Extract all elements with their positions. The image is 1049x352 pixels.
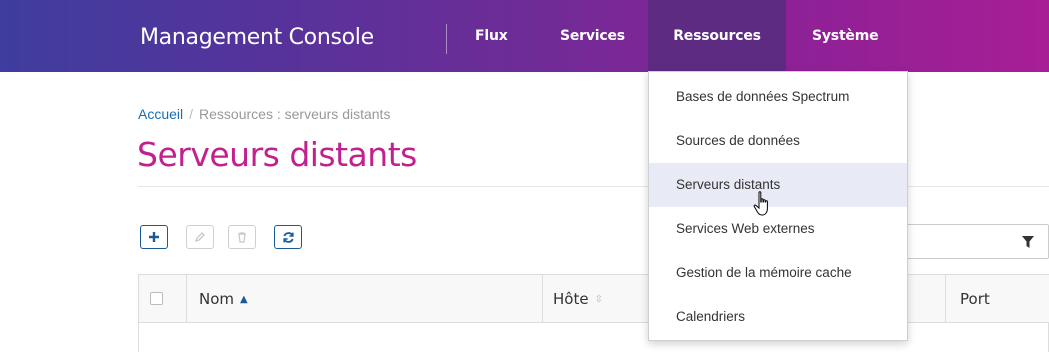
app-title: Management Console <box>140 25 374 50</box>
refresh-button[interactable] <box>274 225 302 249</box>
menu-item-cache-management[interactable]: Gestion de la mémoire cache <box>649 251 907 295</box>
pencil-icon <box>194 232 205 243</box>
menu-item-spectrum-databases[interactable]: Bases de données Spectrum <box>649 75 907 119</box>
column-header-nom[interactable]: Nom ▲ <box>188 275 543 323</box>
top-navigation-bar: Management Console Flux Services Ressour… <box>0 0 1049 72</box>
nav-item-ressources[interactable]: Ressources <box>648 0 786 72</box>
delete-button[interactable] <box>228 225 256 249</box>
menu-item-external-web-services[interactable]: Services Web externes <box>649 207 907 251</box>
menu-item-data-sources[interactable]: Sources de données <box>649 119 907 163</box>
ressources-dropdown-menu: Bases de données Spectrum Sources de don… <box>648 71 908 341</box>
breadcrumb-separator: / <box>189 106 194 122</box>
servers-table: Nom ▲ Hôte ⇳ Port <box>138 274 1049 352</box>
breadcrumb-home-link[interactable]: Accueil <box>138 106 183 122</box>
sort-icon: ⇳ <box>594 294 603 305</box>
page-title: Serveurs distants <box>137 135 417 174</box>
column-label-port: Port <box>960 290 990 308</box>
menu-item-remote-servers[interactable]: Serveurs distants <box>649 163 907 207</box>
select-all-checkbox[interactable] <box>150 292 163 305</box>
filter-input[interactable] <box>900 224 1049 259</box>
trash-icon <box>238 232 246 243</box>
nav-item-flux[interactable]: Flux <box>475 0 508 72</box>
edit-button[interactable] <box>186 225 214 249</box>
nav-item-services[interactable]: Services <box>560 0 625 72</box>
column-label-nom: Nom <box>199 290 235 308</box>
plus-icon <box>149 232 159 242</box>
table-header: Nom ▲ Hôte ⇳ Port <box>139 275 1049 323</box>
title-divider <box>446 24 447 54</box>
breadcrumb: Accueil / Ressources : serveurs distants <box>138 106 390 122</box>
nav-item-systeme[interactable]: Système <box>812 0 879 72</box>
breadcrumb-current: Ressources : serveurs distants <box>199 106 391 122</box>
title-divider-line <box>138 186 1049 187</box>
add-button[interactable] <box>140 225 168 249</box>
refresh-icon <box>282 231 294 243</box>
column-label-hote: Hôte <box>553 290 589 308</box>
filter-icon[interactable] <box>1022 236 1034 248</box>
menu-item-calendars[interactable]: Calendriers <box>649 295 907 339</box>
select-all-cell <box>139 275 187 323</box>
column-header-port[interactable]: Port <box>945 275 1049 323</box>
sort-ascending-icon: ▲ <box>240 294 248 305</box>
